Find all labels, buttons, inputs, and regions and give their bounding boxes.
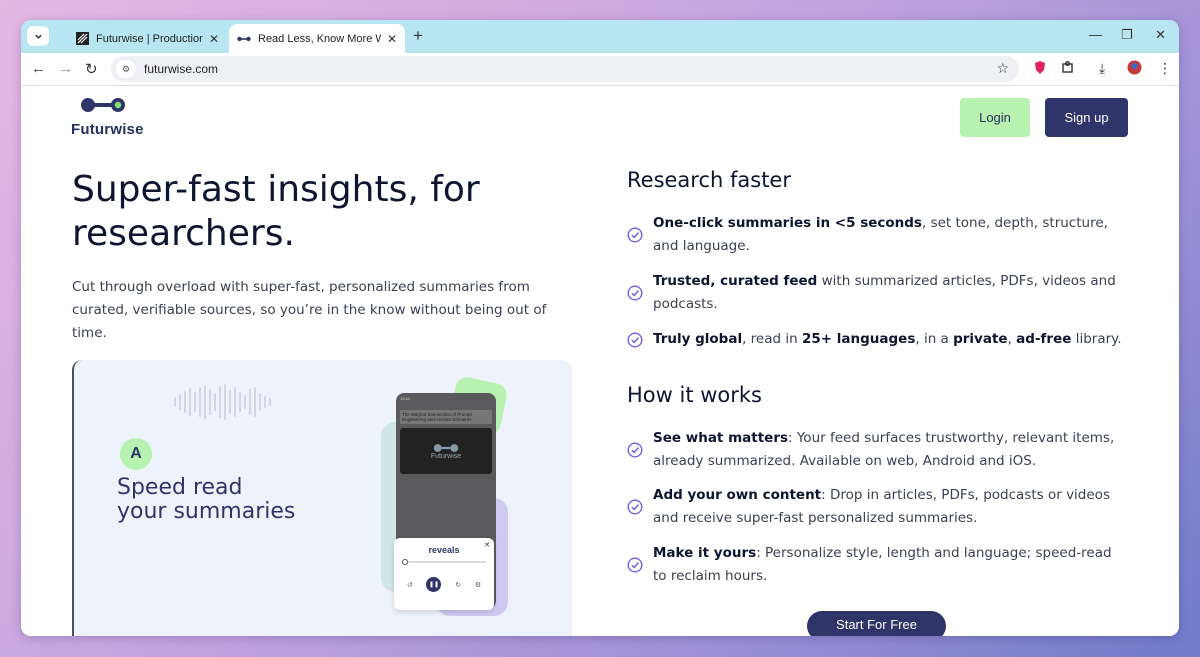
feature-text: Make it yours: Personalize style, length…: [653, 545, 1112, 584]
logo-mark-icon: [433, 443, 459, 452]
bookmark-star-icon[interactable]: ☆: [996, 60, 1009, 77]
close-window-icon[interactable]: ✕: [1155, 27, 1166, 43]
hero-title: Super-fast insights, for researchers.: [72, 169, 480, 254]
how-it-works-title: How it works: [627, 383, 762, 407]
browser-toolbar: ← → ↻ ⚙ futurwise.com ☆ ⤓ ⋮: [21, 53, 1179, 86]
phone-card-logo-text: Futurwise: [430, 452, 462, 460]
feature-item: See what matters: Your feed surfaces tru…: [627, 427, 1127, 473]
check-circle-icon: [627, 227, 643, 243]
minimize-icon[interactable]: —: [1089, 27, 1102, 42]
promo-line-2: your summaries: [117, 499, 296, 524]
check-circle-icon: [627, 285, 643, 301]
promo-card: A Speed read your summaries 13:44 The Ma…: [72, 360, 572, 636]
check-circle-icon: [627, 499, 643, 515]
waveform-decoration: [174, 382, 271, 422]
logo-text: Futurwise: [71, 121, 144, 138]
promo-heading: Speed read your summaries: [117, 476, 295, 524]
pause-icon[interactable]: ❚❚: [426, 577, 442, 592]
player-controls: ↺ ❚❚ ↻ ⚙: [394, 577, 494, 592]
login-button[interactable]: Login: [960, 98, 1030, 137]
browser-window: Futurwise | Production | Sanity ✕ Read L…: [21, 20, 1179, 636]
close-icon[interactable]: ✕: [209, 32, 219, 46]
feature-text: One-click summaries in <5 seconds, set t…: [653, 215, 1108, 254]
signup-button[interactable]: Sign up: [1045, 98, 1128, 137]
url-text: futurwise.com: [144, 62, 219, 76]
forward-arrow-icon[interactable]: →: [58, 60, 73, 77]
tab-strip: Futurwise | Production | Sanity ✕ Read L…: [21, 20, 1179, 53]
more-menu-icon[interactable]: ⋮: [1158, 60, 1172, 77]
feature-item: One-click summaries in <5 seconds, set t…: [627, 212, 1127, 258]
tab-title: Futurwise | Production | Sanity: [96, 32, 203, 45]
logo-mark-icon: [81, 98, 125, 112]
feature-item: Trusted, curated feed with summarized ar…: [627, 270, 1127, 316]
settings-icon[interactable]: ⚙: [475, 581, 481, 589]
address-bar[interactable]: ⚙ futurwise.com ☆: [111, 56, 1019, 82]
feature-text: Trusted, curated feed with summarized ar…: [653, 273, 1116, 312]
extensions-puzzle-icon[interactable]: [1061, 60, 1075, 77]
back-arrow-icon[interactable]: ←: [31, 60, 46, 77]
site-info-icon[interactable]: ⚙: [116, 60, 136, 78]
check-circle-icon: [627, 442, 643, 458]
feature-text: See what matters: Your feed surfaces tru…: [653, 430, 1115, 469]
tab-futurwise[interactable]: Read Less, Know More With Fut ✕: [229, 24, 405, 53]
audio-player: ✕ reveals ↺ ❚❚ ↻ ⚙: [394, 538, 494, 610]
tab-search-button[interactable]: [27, 26, 49, 46]
hero-subtitle: Cut through overload with super-fast, pe…: [72, 279, 547, 341]
start-for-free-button[interactable]: Start For Free: [807, 611, 946, 636]
new-tab-button[interactable]: +: [413, 26, 423, 46]
brave-shield-icon[interactable]: [1033, 60, 1047, 78]
reload-icon[interactable]: ↻: [85, 60, 98, 78]
forward-icon[interactable]: ↻: [455, 581, 461, 589]
font-a-badge: A: [120, 438, 152, 470]
page-content: Futurwise Login Sign up Super-fast insig…: [21, 86, 1179, 636]
phone-article-title: The Magical Intersection of Prompt Engin…: [400, 410, 492, 424]
close-icon[interactable]: ✕: [387, 32, 397, 46]
check-circle-icon: [627, 557, 643, 573]
sanity-favicon-icon: [75, 32, 89, 46]
check-circle-icon: [627, 331, 643, 348]
profile-avatar-icon[interactable]: [1127, 60, 1142, 78]
promo-line-1: Speed read: [117, 475, 243, 500]
phone-thumbnail: Futurwise: [400, 428, 492, 474]
close-icon[interactable]: ✕: [484, 541, 490, 549]
feature-item: Add your own content: Drop in articles, …: [627, 484, 1127, 530]
feature-text: Truly global, read in 25+ languages, in …: [653, 331, 1122, 347]
phone-status-time: 13:44: [400, 396, 411, 401]
restore-icon[interactable]: ❐: [1121, 27, 1133, 43]
player-title: reveals: [428, 545, 460, 555]
tab-title: Read Less, Know More With Fut: [258, 32, 381, 45]
download-icon[interactable]: ⤓: [1099, 60, 1105, 77]
rewind-icon[interactable]: ↺: [407, 581, 413, 589]
feature-item: Truly global, read in 25+ languages, in …: [627, 328, 1127, 351]
futurwise-favicon-icon: [237, 32, 251, 46]
player-progress[interactable]: [402, 559, 486, 565]
feature-text: Add your own content: Drop in articles, …: [653, 487, 1110, 526]
tab-sanity[interactable]: Futurwise | Production | Sanity ✕: [67, 24, 227, 53]
feature-item: Make it yours: Personalize style, length…: [627, 542, 1127, 588]
research-title: Research faster: [627, 168, 791, 192]
futurwise-logo[interactable]: Futurwise: [71, 96, 144, 138]
chevron-down-icon: [34, 34, 42, 39]
